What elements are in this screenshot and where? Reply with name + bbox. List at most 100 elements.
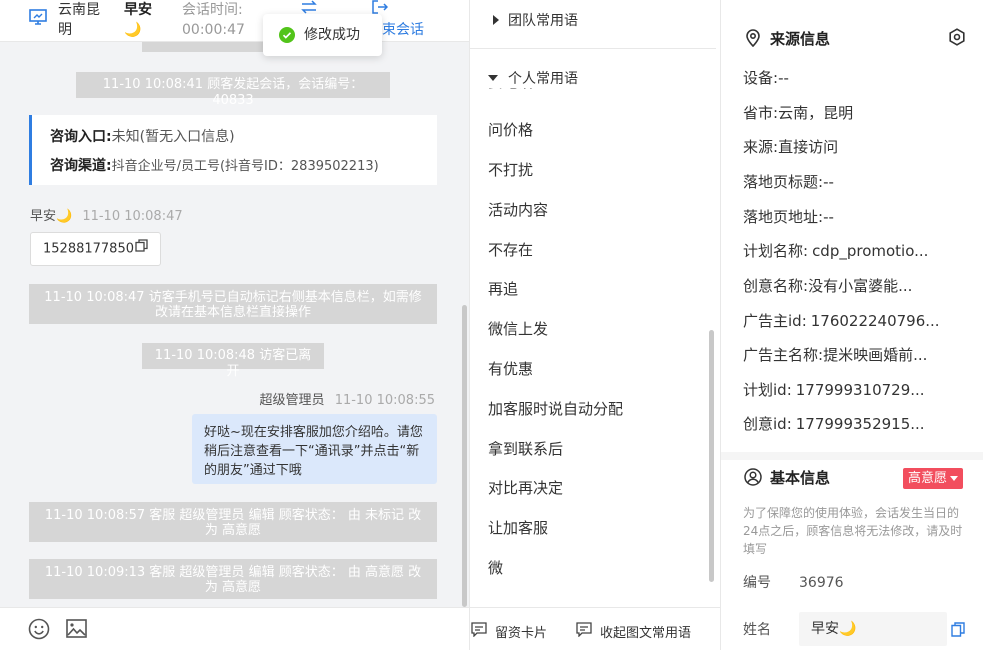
session-time-label: 会话时间: xyxy=(182,2,243,18)
phrase-item[interactable]: 加客服时说自动分配 xyxy=(488,399,623,419)
phrase-item[interactable]: 不存在 xyxy=(488,240,533,260)
source-row: 创意名称:没有小富婆能... xyxy=(743,276,912,296)
source-row: 落地页标题:-- xyxy=(743,172,834,192)
source-row-value: 177999352915... xyxy=(795,415,925,433)
source-row-value: 176022240796... xyxy=(810,312,940,330)
chat-scrollbar[interactable] xyxy=(462,305,467,607)
phrase-item[interactable]: 活动内容 xyxy=(488,200,548,220)
customer-id-value: 36976 xyxy=(799,575,844,591)
customer-location: 云南昆明 xyxy=(58,2,100,38)
intent-status-label: 高意愿 xyxy=(908,471,948,486)
source-row-label: 设备: xyxy=(743,69,779,87)
source-row: 落地页地址:-- xyxy=(743,207,834,227)
source-row: 计划id: 177999310729... xyxy=(743,380,925,400)
phrase-scrollbar[interactable] xyxy=(709,330,714,582)
source-row-value: cdp_promotio... xyxy=(812,242,929,260)
source-row-label: 计划名称: xyxy=(743,242,809,260)
message-icon xyxy=(576,622,592,641)
source-row-value: 177999310729... xyxy=(795,381,925,399)
phrase-group-personal[interactable]: 个人常用语 xyxy=(488,68,588,88)
source-row-value: 没有小富婆能... xyxy=(808,277,913,295)
source-row-label: 省市: xyxy=(743,104,779,122)
chat-header: 云南昆明 早安🌙 会话时间: 00:00:47 结束会话 xyxy=(0,0,469,42)
entry-value: 未知(暂无入口信息) xyxy=(111,129,235,145)
phrase-group-label: 个人常用语 xyxy=(508,71,578,87)
basic-info-title: 基本信息 xyxy=(770,469,831,487)
system-message-phone-marked: 11-10 10:08:47 访客手机号已自动标记右侧基本信息栏，如需修改请在基… xyxy=(29,284,437,324)
message-icon xyxy=(471,622,487,641)
source-row-label: 广告主id: xyxy=(743,312,807,330)
channel-label: 咨询渠道: xyxy=(50,158,112,174)
visitor-phone-bubble[interactable]: 15288177850 xyxy=(30,232,161,266)
system-message-visitor-left: 11-10 10:08:48 访客已离开 xyxy=(142,343,324,379)
source-row: 计划名称: cdp_promotio... xyxy=(743,241,928,261)
phrase-item[interactable]: 拿到联系后 xyxy=(488,439,563,459)
divider xyxy=(721,452,983,460)
caret-down-icon xyxy=(488,75,498,81)
phrase-item[interactable]: 对比再决定 xyxy=(488,478,563,498)
copy-icon[interactable] xyxy=(951,622,965,641)
phrase-group-team[interactable]: 团队常用语 xyxy=(493,10,578,30)
entry-line: 咨询入口:未知(暂无入口信息) xyxy=(50,126,235,146)
source-row-label: 来源: xyxy=(743,138,779,156)
source-row-label: 落地页标题: xyxy=(743,173,824,191)
collapse-phrases-label: 收起图文常用语 xyxy=(600,626,692,641)
session-time-value: 00:00:47 xyxy=(182,22,245,38)
phrase-item[interactable]: 不打扰 xyxy=(488,160,533,180)
customer-name-field[interactable]: 早安🌙 xyxy=(799,612,947,646)
smile-icon[interactable] xyxy=(28,618,50,644)
chat-panel: 11-10 10:08:41 顾客发起会话，会话编号：40833 咨询入口:未知… xyxy=(0,0,470,650)
phrase-group-label: 团队常用语 xyxy=(508,13,578,29)
intent-status-badge[interactable]: 高意愿 xyxy=(903,468,964,489)
basic-info-note: 为了保障您的使用体验，会话发生当日的24点之后，顾客信息将无法修改，请及时填写 xyxy=(743,506,963,556)
source-row: 省市:云南，昆明 xyxy=(743,103,853,123)
toast-text: 修改成功 xyxy=(304,27,360,43)
source-row: 广告主名称:提米映画婚前... xyxy=(743,345,927,365)
source-row-value: 提米映画婚前... xyxy=(823,346,928,364)
check-circle-icon xyxy=(279,27,295,47)
phrase-item[interactable]: 微 xyxy=(488,558,503,578)
phrase-item[interactable]: 让加客服 xyxy=(488,518,548,538)
session-time: 会话时间: 00:00:47 xyxy=(182,0,245,40)
agent-time: 11-10 10:08:55 xyxy=(334,393,435,408)
customer-name-label: 姓名 xyxy=(743,622,771,638)
source-row-value: 直接访问 xyxy=(778,138,839,156)
source-row-label: 创意名称: xyxy=(743,277,809,295)
system-message-status-change: 11-10 10:09:13 客服 超级管理员 编辑 顾客状态： 由 高意愿 改… xyxy=(29,559,437,599)
location-pin-icon xyxy=(745,29,761,51)
customer-name-value: 早安🌙 xyxy=(811,621,857,637)
visitor-phone: 15288177850 xyxy=(43,241,134,257)
settings-icon[interactable] xyxy=(948,28,966,50)
agent-message-bubble: 好哒~现在安排客服加您介绍哈。请您稍后注意查看一下“通讯录”并点击“新的朋友”通… xyxy=(192,414,437,484)
system-message-status-change: 11-10 10:08:57 客服 超级管理员 编辑 顾客状态： 由 未标记 改… xyxy=(29,502,437,542)
phrase-item[interactable]: 再追 xyxy=(488,279,518,299)
customer-name: 早安🌙 xyxy=(124,2,152,38)
image-icon[interactable] xyxy=(66,619,87,642)
divider xyxy=(470,607,720,608)
user-circle-icon xyxy=(744,468,762,490)
success-toast: 修改成功 xyxy=(263,14,382,56)
phrase-item[interactable]: 微信上发 xyxy=(488,319,548,339)
source-row: 来源:直接访问 xyxy=(743,137,838,157)
channel-line: 咨询渠道:抖音企业号/员工号(抖音号ID：2839502213) xyxy=(50,155,379,175)
agent-message-meta: 超级管理员 11-10 10:08:55 xyxy=(260,389,435,408)
visitor-name: 早安🌙 xyxy=(30,209,73,224)
monitor-icon xyxy=(29,9,47,30)
copy-icon[interactable] xyxy=(135,233,148,265)
phrase-item[interactable]: 问价格 xyxy=(488,120,533,140)
source-row-label: 落地页地址: xyxy=(743,208,824,226)
divider xyxy=(470,48,716,49)
source-row-label: 广告主名称: xyxy=(743,346,824,364)
channel-value: 抖音企业号/员工号(抖音号ID：2839502213) xyxy=(111,159,379,174)
phrase-item[interactable]: 有优惠 xyxy=(488,359,533,379)
chat-toolbar xyxy=(0,607,469,650)
agent-name: 超级管理员 xyxy=(259,393,325,408)
source-row-label: 计划id: xyxy=(743,381,792,399)
source-row-label: 创意id: xyxy=(743,415,792,433)
system-message-session-start: 11-10 10:08:41 顾客发起会话，会话编号：40833 xyxy=(76,72,390,108)
source-info-title: 来源信息 xyxy=(770,30,831,48)
customer-id-label: 编号 xyxy=(743,575,771,591)
lead-card-button[interactable]: 留资卡片 xyxy=(471,622,547,641)
collapse-phrases-button[interactable]: 收起图文常用语 xyxy=(576,622,691,641)
consult-entry-card: 咨询入口:未知(暂无入口信息) 咨询渠道:抖音企业号/员工号(抖音号ID：283… xyxy=(29,115,437,185)
